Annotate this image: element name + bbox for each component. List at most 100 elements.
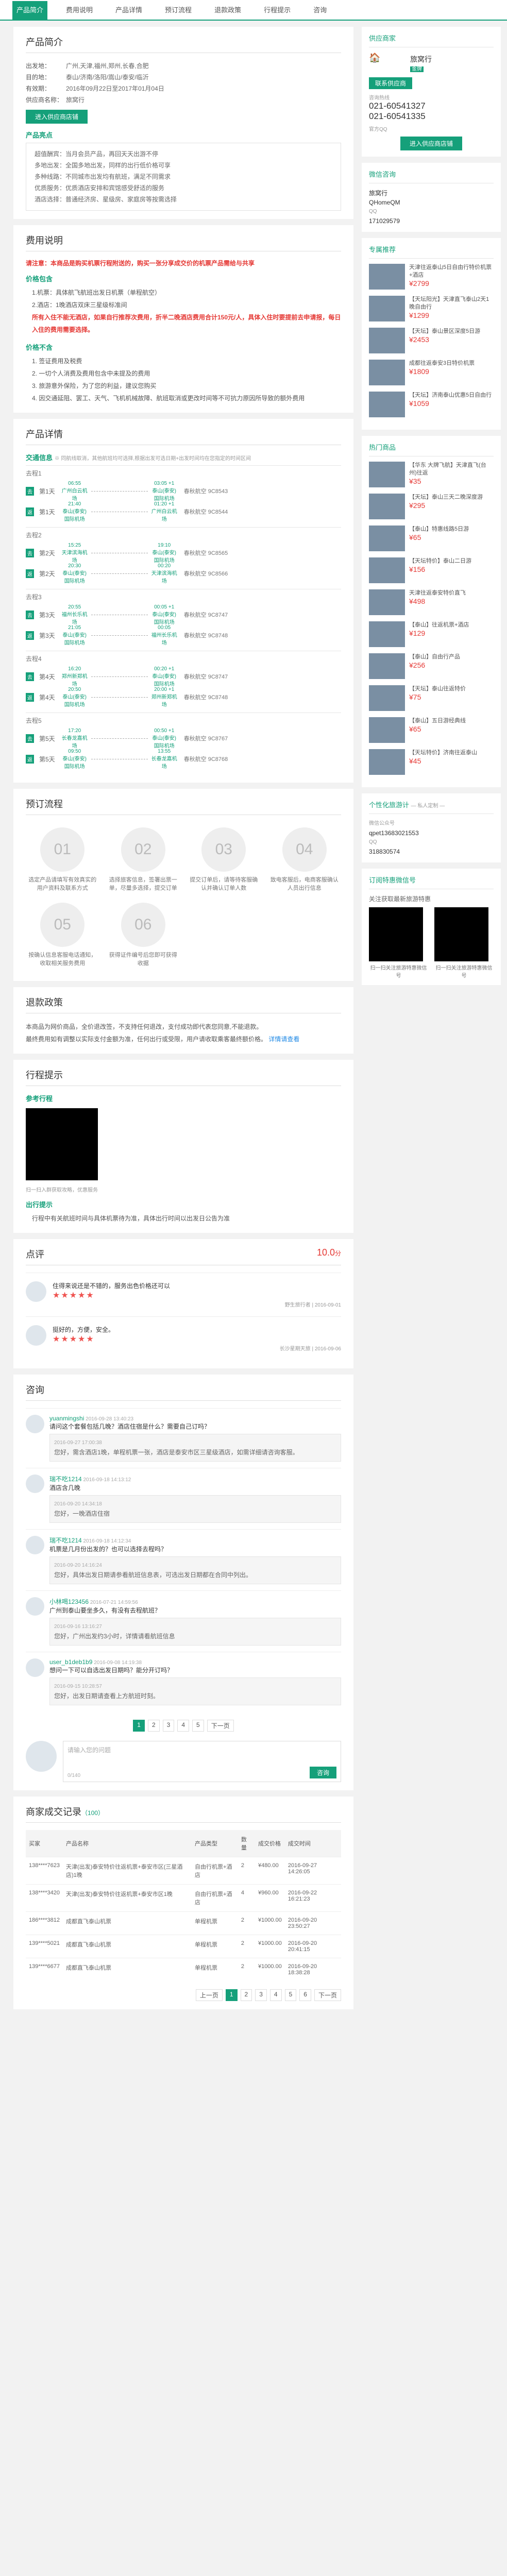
deal-cell: 2	[238, 1958, 255, 1981]
arr-time: 03:05 +1	[154, 480, 175, 486]
hot-item[interactable]: 【泰山】五日游经典线 ¥65	[369, 717, 494, 743]
tab-tips[interactable]: 行程提示	[260, 1, 295, 20]
deal-col-header: 成交时间	[284, 1830, 341, 1857]
tab-flow[interactable]: 预订流程	[161, 1, 196, 20]
flight-row: 返第2天 20:30 泰山(泰安)国际机场 00:20 天津滨海机场 春秋航空 9C856…	[26, 563, 341, 584]
deals-section: 商家成交记录（100） 买家 产品名称 产品类型 数量 成交价格 成交时间 138****7…	[13, 1797, 353, 2009]
flow-step-text: 选定产品请填写有效真实的用户资料及联系方式	[28, 877, 97, 891]
deal-cell: ¥480.00	[255, 1857, 285, 1885]
recommend-item[interactable]: 【天坛】济南泰山优惠5日自由行 ¥1059	[369, 392, 494, 417]
vendor-title: 供应商家	[369, 33, 494, 47]
flight-row: 返第4天 20:50 泰山(泰安)国际机场 20:00 +1 郑州新郑机场 春秋航空 9C…	[26, 687, 341, 708]
question-input[interactable]: 请输入您的问题 0/140 咨询	[63, 1741, 341, 1782]
tab-intro[interactable]: 产品简介	[12, 1, 48, 20]
store-button[interactable]: 进入供应商店铺	[26, 110, 88, 124]
recommend-item[interactable]: 成都往返泰安3日特价机票 ¥1809	[369, 360, 494, 385]
intro-row-value: 泰山/济南/洛阳/嵩山/泰安/临沂	[66, 74, 149, 81]
my-avatar	[26, 1741, 57, 1772]
hot-item[interactable]: 【天坛】泰山往返特价 ¥75	[369, 685, 494, 711]
hot-item[interactable]: 【泰山】自由行产品 ¥256	[369, 653, 494, 679]
deals-count: （100）	[81, 1809, 105, 1817]
flight-day-label: 去程1	[26, 470, 42, 477]
hot-item[interactable]: 天津往返泰安特价直飞 ¥498	[369, 589, 494, 615]
review-item: 挺好的，方便，安全。 ★★★★★ 长沙星期天旅 | 2016-09-06	[26, 1316, 341, 1360]
vendor-name: 旅窝行	[410, 55, 432, 63]
hot-item-info: 天津往返泰安特价直飞 ¥498	[409, 589, 466, 615]
deal-page-link[interactable]: 5	[284, 1989, 297, 2001]
review-text: 挺好的，方便，安全。	[53, 1326, 115, 1333]
hot-item[interactable]: 【华东 大牌飞航】天津直飞(台州)往返 ¥35	[369, 462, 494, 487]
phone-label: 咨询热线	[369, 95, 390, 101]
asker-avatar	[26, 1658, 44, 1677]
flow-step: 01 选定产品请填写有效真实的用户资料及联系方式	[26, 827, 99, 892]
arr-airport: 福州长乐机场	[151, 632, 177, 646]
hot-item-title: 【泰山】自由行产品	[409, 654, 460, 660]
tab-refund[interactable]: 退款政策	[210, 1, 245, 20]
hot-item-title: 【泰山】往返机票+酒店	[409, 622, 469, 628]
deal-cell: 2016-09-20 18:38:28	[284, 1958, 341, 1981]
deal-page-link[interactable]: 4	[269, 1989, 282, 2001]
recommend-item[interactable]: 【天坛】泰山景区深度5日游 ¥2453	[369, 328, 494, 353]
hot-item-title: 【天坛】泰山三天二晚深度游	[409, 494, 483, 500]
dep-airport: 泰山(泰安)国际机场	[62, 694, 87, 708]
flight-number: 春秋航空 9C8543	[183, 488, 228, 495]
flight-tag: 返	[26, 507, 34, 516]
qa-time: 2016-09-08 14:19:38	[92, 1660, 142, 1666]
guide-wechat-label: 微信公众号	[369, 821, 395, 826]
submit-question-button[interactable]: 咨询	[309, 1767, 336, 1778]
hot-item[interactable]: 【天坛特价】泰山二日游 ¥156	[369, 557, 494, 583]
hot-item-image	[369, 749, 405, 775]
qa-answer: 您好，具体出发日期请参看航班信息表，可选出发日期都在合同中列出。	[54, 1571, 252, 1579]
qa-time: 2016-09-28 13:40:23	[84, 1416, 134, 1422]
deal-page-link[interactable]: 2	[240, 1989, 252, 2001]
hot-item[interactable]: 【泰山】往返机票+酒店 ¥129	[369, 621, 494, 647]
qa-page-link[interactable]: 2	[147, 1720, 160, 1732]
deal-page-link[interactable]: 下一页	[314, 1989, 341, 2001]
deal-cell: 139****5021	[26, 1935, 63, 1958]
hot-item[interactable]: 【天坛】泰山三天二晚深度游 ¥295	[369, 494, 494, 519]
deal-page-link[interactable]: 6	[299, 1989, 311, 2001]
wx-qr-1: 扫一扫关注旅游特惠微信号	[369, 907, 428, 979]
arr-time: 01:20 +1	[154, 501, 175, 507]
hot-item-info: 【泰山】特惠线路5日游 ¥65	[409, 526, 469, 551]
deal-page-link[interactable]: 3	[255, 1989, 267, 2001]
asker-avatar	[26, 1415, 44, 1433]
asker-avatar	[26, 1597, 44, 1616]
notice-text: 行程中有关航班时间与具体机票待为准，具体出行时间以出发日公告为准	[32, 1215, 230, 1222]
hot-item-price: ¥45	[409, 757, 421, 765]
arr-time: 00:50 +1	[154, 727, 175, 734]
deal-page-link[interactable]: 上一页	[195, 1989, 223, 2001]
tab-qa[interactable]: 咨询	[309, 1, 331, 20]
refund-link[interactable]: 详情请查看	[268, 1036, 299, 1043]
arrival: 00:05 福州长乐机场	[150, 625, 179, 646]
qa-page-link[interactable]: 4	[177, 1720, 190, 1732]
hot-item[interactable]: 【泰山】特惠线路5日游 ¥65	[369, 526, 494, 551]
recommend-item[interactable]: 【天坛阳光】天津直飞泰山2天1晚自由行 ¥1299	[369, 296, 494, 321]
tab-detail[interactable]: 产品详情	[111, 1, 146, 20]
deal-row: 139****6677 成都直飞泰山机票 单程机票 2 ¥1000.00 2016-09-…	[26, 1958, 341, 1981]
flight-tag: 返	[26, 692, 34, 702]
recommend-item-image	[369, 392, 405, 417]
recommend-item[interactable]: 天津往返泰山5日自由行特价机票+酒店 ¥2799	[369, 264, 494, 290]
deal-page-link[interactable]: 1	[225, 1989, 238, 2001]
qa-page-link[interactable]: 3	[162, 1720, 175, 1732]
deal-cell: 2016-09-20 23:50:27	[284, 1911, 341, 1935]
dep-time: 16:20	[68, 666, 81, 672]
hot-item-info: 【天坛】泰山三天二晚深度游 ¥295	[409, 494, 483, 519]
deal-cell: 自由行机票+酒店	[192, 1857, 238, 1885]
hot-item[interactable]: 【天坛特价】济南往返泰山 ¥45	[369, 749, 494, 775]
qa-page-link[interactable]: 5	[192, 1720, 204, 1732]
flow-step: 06 获得证件编号后您即可获得收据	[107, 903, 180, 968]
hot-item-price: ¥498	[409, 597, 426, 605]
qa-section: 咨询 yuanmingshi 2016-09-28 13:40:23 请问这个套餐…	[13, 1375, 353, 1790]
vendor-contact-button[interactable]: 联系供应商	[369, 77, 413, 89]
qa-reply-time: 2016-09-16 13:16:27	[54, 1624, 102, 1630]
asker-avatar	[26, 1536, 44, 1554]
deal-cell: 成都直飞泰山机票	[62, 1958, 192, 1981]
tab-fee[interactable]: 费用说明	[62, 1, 97, 20]
qa-page-link[interactable]: 1	[133, 1720, 145, 1732]
vendor-store-button[interactable]: 进入供应商店铺	[400, 137, 462, 150]
qa-page-link[interactable]: 下一页	[207, 1720, 234, 1732]
dep-time: 15:25	[68, 542, 81, 548]
departure: 17:20 长春龙嘉机场	[60, 728, 89, 749]
